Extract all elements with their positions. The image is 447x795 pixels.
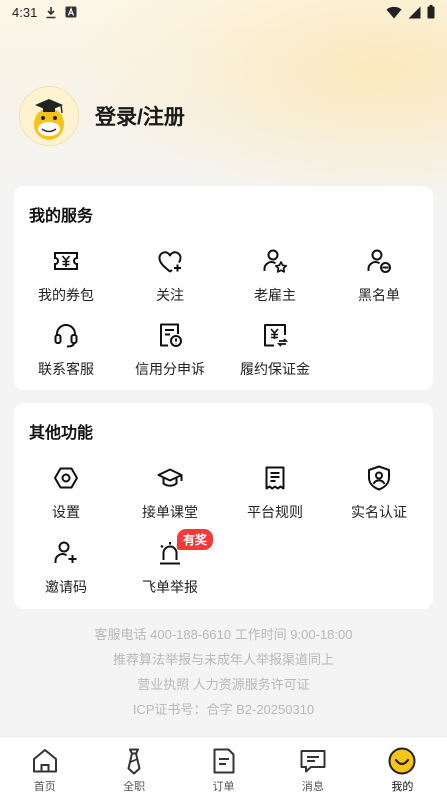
tab-label: 全职: [123, 781, 146, 793]
status-time: 4:31: [12, 4, 38, 20]
login-register-link[interactable]: 登录/注册: [95, 101, 185, 131]
wifi-icon: [386, 6, 402, 19]
battery-icon: [427, 5, 435, 19]
services-card: 我的服务 我的券包 关注 老雇主 黑名单 联系客服 信用分申诉 履约保证金: [14, 186, 433, 390]
function-label: 接单课堂: [142, 504, 198, 520]
shield-user-icon: [364, 463, 394, 493]
function-label: 平台规则: [247, 504, 303, 520]
function-label: 邀请码: [45, 579, 87, 595]
service-label: 关注: [156, 287, 184, 303]
graduation-cap-icon: [155, 463, 185, 493]
other-functions-card: 其他功能 设置 接单课堂 平台规则 实名认证 邀请码 有奖 飞单举报: [14, 403, 433, 609]
service-customer-support[interactable]: 联系客服: [14, 320, 118, 379]
function-settings[interactable]: 设置: [14, 463, 118, 522]
service-old-employer[interactable]: 老雇主: [223, 246, 327, 305]
settings-hex-icon: [51, 463, 81, 493]
mascot-avatar-icon[interactable]: [19, 86, 79, 146]
rules-doc-icon: [260, 463, 290, 493]
customer-service-info: 客服电话 400-188-6610 工作时间 9:00-18:00: [94, 627, 353, 642]
tab-home[interactable]: 首页: [0, 737, 89, 795]
coupon-icon: [51, 246, 81, 276]
home-icon: [30, 746, 60, 776]
order-doc-icon: [209, 746, 239, 776]
function-real-name-auth[interactable]: 实名认证: [327, 463, 431, 522]
download-icon: [45, 6, 57, 19]
icp-number: ICP证书号：合字 B2-20250310: [132, 702, 315, 717]
service-label: 信用分申诉: [135, 361, 205, 377]
function-label: 设置: [52, 504, 80, 520]
tie-icon: [119, 746, 149, 776]
service-label: 老雇主: [254, 287, 296, 303]
heart-plus-icon: [155, 246, 185, 276]
tab-mine[interactable]: 我的: [358, 737, 447, 795]
user-block-icon: [364, 246, 394, 276]
service-blacklist[interactable]: 黑名单: [327, 246, 431, 305]
service-label: 履约保证金: [240, 361, 310, 377]
tab-label: 订单: [212, 781, 235, 793]
tab-label: 首页: [33, 781, 56, 793]
service-my-coupons[interactable]: 我的券包: [14, 246, 118, 305]
function-order-class[interactable]: 接单课堂: [118, 463, 222, 522]
report-channel-info[interactable]: 推荐算法举报与未成年人举报渠道同上: [0, 649, 447, 668]
notification-a-icon: [65, 6, 77, 18]
service-follow[interactable]: 关注: [118, 246, 222, 305]
service-deposit[interactable]: 履约保证金: [223, 320, 327, 379]
tab-orders[interactable]: 订单: [179, 737, 268, 795]
message-icon: [298, 746, 328, 776]
user-add-icon: [51, 538, 81, 568]
function-label: 飞单举报: [142, 579, 198, 595]
headset-icon: [51, 320, 81, 350]
function-platform-rules[interactable]: 平台规则: [223, 463, 327, 522]
bottom-tab-bar: 首页 全职 订单 消息 我的: [0, 736, 447, 795]
user-star-icon: [260, 246, 290, 276]
signal-icon: [408, 6, 421, 19]
tab-label: 消息: [301, 781, 324, 793]
other-functions-title: 其他功能: [29, 425, 94, 442]
function-report-order[interactable]: 有奖 飞单举报: [118, 529, 222, 597]
function-invite-code[interactable]: 邀请码: [14, 538, 118, 597]
deposit-icon: [260, 320, 290, 350]
license-links[interactable]: 营业执照 人力资源服务许可证: [0, 674, 447, 693]
credit-appeal-icon: [155, 320, 185, 350]
service-label: 黑名单: [358, 287, 400, 303]
service-label: 我的券包: [38, 287, 94, 303]
smiley-icon: [387, 746, 417, 776]
tab-label: 我的: [391, 781, 414, 793]
profile-header[interactable]: 登录/注册: [19, 86, 185, 146]
service-credit-appeal[interactable]: 信用分申诉: [118, 320, 222, 379]
status-bar: 4:31: [0, 0, 447, 24]
services-title: 我的服务: [29, 208, 94, 225]
tab-messages[interactable]: 消息: [268, 737, 357, 795]
function-label: 实名认证: [351, 504, 407, 520]
alarm-icon: 有奖: [155, 529, 214, 568]
tab-fulltime[interactable]: 全职: [89, 737, 178, 795]
service-label: 联系客服: [38, 361, 94, 377]
reward-badge: 有奖: [177, 529, 214, 550]
